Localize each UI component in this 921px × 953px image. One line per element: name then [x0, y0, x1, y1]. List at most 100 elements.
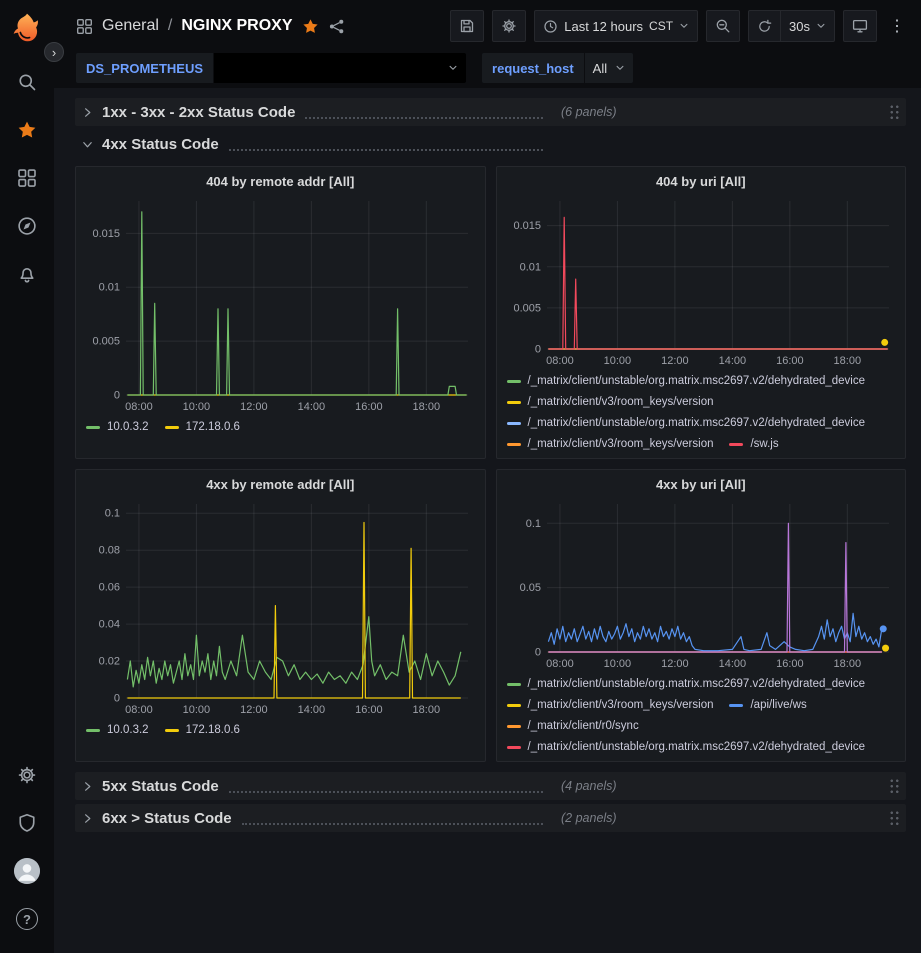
panel-title[interactable]: 404 by uri [All] [505, 167, 898, 193]
legend-item[interactable]: /_matrix/client/unstable/org.matrix.msc2… [507, 413, 866, 434]
svg-text:14:00: 14:00 [718, 658, 746, 670]
legend-swatch [507, 422, 521, 425]
svg-text:12:00: 12:00 [661, 658, 689, 670]
svg-text:0.05: 0.05 [519, 582, 540, 594]
gear-icon [501, 18, 517, 34]
legend-item[interactable]: /_matrix/client/v3/room_keys/version [507, 392, 714, 413]
refresh-interval-label: 30s [789, 19, 810, 34]
row-header-4xx[interactable]: 4xx Status Code [75, 130, 906, 158]
datasource-variable-select[interactable] [214, 53, 466, 83]
svg-text:14:00: 14:00 [298, 401, 326, 413]
monitor-icon [852, 18, 868, 34]
chart-area: 00.0050.010.01508:0010:0012:0014:0016:00… [505, 193, 898, 369]
row-drag-handle[interactable] [889, 778, 900, 795]
chart-4xx-by-remote-addr[interactable]: 00.020.040.060.080.108:0010:0012:0014:00… [84, 496, 478, 718]
sidebar-item-help[interactable]: ? [5, 897, 49, 941]
chevron-down-icon [448, 63, 458, 73]
star-icon [17, 120, 37, 140]
legend-item[interactable]: 10.0.3.2 [86, 417, 149, 438]
legend-item[interactable]: /_matrix/client/r0/sync [507, 716, 639, 737]
row-drag-handle[interactable] [889, 810, 900, 827]
legend-item[interactable]: /api/live/ws [729, 695, 806, 716]
request-host-variable-label: request_host [482, 53, 584, 83]
row-header-6xx[interactable]: 6xx > Status Code (2 panels) [75, 804, 906, 832]
breadcrumb: General / NGINX PROXY [76, 17, 345, 35]
legend-swatch [165, 729, 179, 732]
legend-label: /api/live/ws [750, 695, 806, 716]
panel-title[interactable]: 404 by remote addr [All] [84, 167, 477, 193]
legend-item[interactable]: /_matrix/client/unstable/org.matrix.msc2… [507, 674, 866, 695]
panel-4xx-by-uri: 4xx by uri [All] 00.050.108:0010:0012:00… [496, 469, 907, 762]
clock-icon [543, 19, 558, 34]
svg-text:0.06: 0.06 [99, 582, 120, 594]
page-title[interactable]: NGINX PROXY [181, 17, 292, 35]
svg-text:0: 0 [114, 390, 120, 402]
sidebar-item-configuration[interactable] [5, 753, 49, 797]
row-header-5xx[interactable]: 5xx Status Code (4 panels) [75, 772, 906, 800]
time-range-picker[interactable]: Last 12 hours CST [534, 10, 698, 42]
legend-item[interactable]: /sw.js [729, 434, 778, 455]
svg-text:0.04: 0.04 [99, 619, 120, 631]
chart-404-by-remote-addr[interactable]: 00.0050.010.01508:0010:0012:0014:0016:00… [84, 193, 478, 415]
help-icon: ? [16, 908, 38, 930]
sidebar-item-profile[interactable] [5, 849, 49, 893]
sidebar-item-dashboards[interactable] [5, 156, 49, 200]
row-panel-count: (6 panels) [561, 105, 617, 119]
legend-label: /_matrix/client/unstable/org.matrix.msc2… [528, 413, 866, 434]
legend-item[interactable]: /_matrix/client/unstable/org.matrix.msc2… [507, 737, 866, 758]
chart-4xx-by-uri[interactable]: 00.050.108:0010:0012:0014:0016:0018:00 [505, 496, 899, 672]
variable-datasource: DS_PROMETHEUS [76, 53, 466, 83]
chart-404-by-uri[interactable]: 00.0050.010.01508:0010:0012:0014:0016:00… [505, 193, 899, 369]
save-dashboard-button[interactable] [450, 10, 484, 42]
sidebar-item-search[interactable] [5, 60, 49, 104]
svg-text:0.005: 0.005 [513, 302, 541, 314]
grafana-logo[interactable] [7, 8, 47, 48]
legend-swatch [507, 443, 521, 446]
share-icon[interactable] [328, 18, 345, 35]
legend-label: 172.18.0.6 [186, 417, 240, 438]
panel-title[interactable]: 4xx by remote addr [All] [84, 470, 477, 496]
panel-title[interactable]: 4xx by uri [All] [505, 470, 898, 496]
legend-item[interactable]: 10.0.3.2 [86, 720, 149, 741]
panel-legend: /_matrix/client/unstable/org.matrix.msc2… [505, 369, 898, 455]
sidebar-item-explore[interactable] [5, 204, 49, 248]
zoom-out-icon [715, 18, 731, 34]
refresh-button[interactable] [748, 10, 780, 42]
legend-item[interactable]: /_matrix/client/v3/room_keys/version [507, 695, 714, 716]
request-host-variable-select[interactable]: All [585, 53, 633, 83]
svg-text:14:00: 14:00 [718, 355, 746, 367]
legend-swatch [86, 426, 100, 429]
svg-text:18:00: 18:00 [833, 658, 861, 670]
sidebar-item-server-admin[interactable] [5, 801, 49, 845]
kebab-menu-button[interactable]: ⋮ [885, 10, 909, 42]
svg-text:0.015: 0.015 [92, 228, 120, 240]
svg-text:08:00: 08:00 [546, 355, 574, 367]
breadcrumb-folder[interactable]: General [102, 17, 159, 35]
refresh-interval-dropdown[interactable]: 30s [780, 10, 835, 42]
row-drag-handle[interactable] [889, 104, 900, 121]
zoom-out-time-button[interactable] [706, 10, 740, 42]
legend-label: /_matrix/client/unstable/org.matrix.msc2… [528, 674, 866, 695]
legend-swatch [165, 426, 179, 429]
legend-label: /_matrix/client/v3/room_keys/version [528, 392, 714, 413]
dashboards-grid-icon [17, 168, 37, 188]
row-dotted-leader [305, 106, 543, 119]
chevron-down-icon [679, 21, 689, 31]
breadcrumb-separator: / [168, 17, 172, 35]
sidebar-expand-button[interactable]: › [44, 42, 64, 62]
legend-item[interactable]: 172.18.0.6 [165, 720, 240, 741]
legend-item[interactable]: /_matrix/client/v3/room_keys/version [507, 434, 714, 455]
sidebar-item-alerting[interactable] [5, 252, 49, 296]
favorite-star-icon[interactable] [302, 18, 319, 35]
search-icon [17, 72, 37, 92]
tv-mode-button[interactable] [843, 10, 877, 42]
dashboard-settings-button[interactable] [492, 10, 526, 42]
row-panel-count: (2 panels) [561, 811, 617, 825]
legend-item[interactable]: /_matrix/client/unstable/org.matrix.msc2… [507, 371, 866, 392]
legend-item[interactable]: 172.18.0.6 [165, 417, 240, 438]
sidebar-item-starred[interactable] [5, 108, 49, 152]
row-header-1xx-3xx-2xx[interactable]: 1xx - 3xx - 2xx Status Code (6 panels) [75, 98, 906, 126]
svg-text:16:00: 16:00 [355, 401, 383, 413]
chevron-right-icon [81, 780, 94, 793]
svg-text:10:00: 10:00 [603, 658, 631, 670]
